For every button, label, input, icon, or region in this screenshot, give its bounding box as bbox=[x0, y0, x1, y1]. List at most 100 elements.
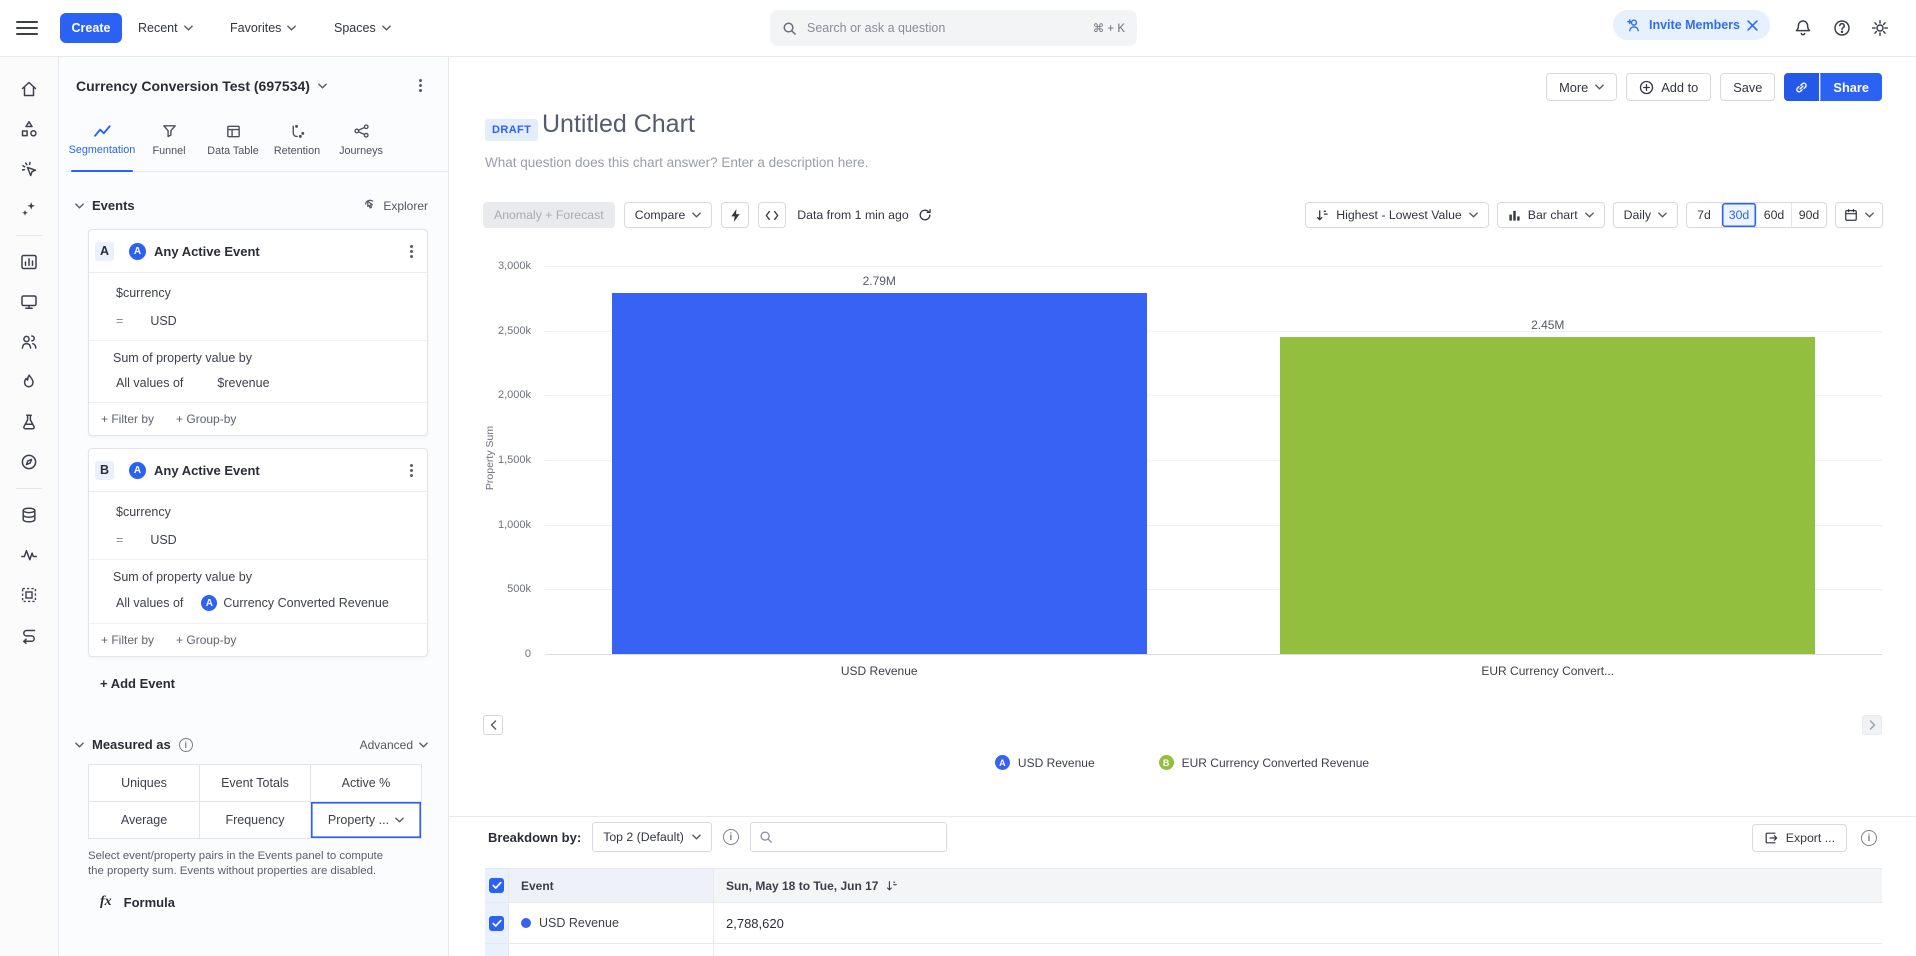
products-shapes-icon[interactable] bbox=[9, 109, 49, 149]
all-values-dropdown[interactable]: All values of bbox=[116, 376, 183, 390]
filter-value[interactable]: USD bbox=[150, 533, 176, 547]
group-by-button[interactable]: + Group-by bbox=[176, 412, 236, 426]
copy-link-button[interactable] bbox=[1784, 73, 1819, 101]
legend-item-A[interactable]: AUSD Revenue bbox=[995, 755, 1095, 770]
save-button[interactable]: Save bbox=[1720, 73, 1775, 101]
row-label-cell[interactable]: USD Revenue bbox=[509, 903, 714, 943]
interval-dropdown[interactable]: Daily bbox=[1613, 202, 1678, 228]
add-to-button[interactable]: Add to bbox=[1626, 73, 1711, 101]
global-search[interactable]: ⌘ + K bbox=[770, 10, 1137, 46]
export-button[interactable]: Export ... bbox=[1752, 824, 1847, 852]
bar-EUR Currency Convert...[interactable] bbox=[1280, 337, 1815, 654]
compare-dropdown[interactable]: Compare bbox=[624, 202, 713, 228]
info-icon[interactable]: i bbox=[1861, 830, 1877, 846]
range-30d[interactable]: 30d bbox=[1722, 203, 1757, 227]
collapse-chevron-icon[interactable] bbox=[75, 742, 84, 748]
tab-segmentation[interactable]: Segmentation bbox=[67, 108, 137, 171]
chart-description-placeholder[interactable]: What question does this chart answer? En… bbox=[485, 155, 868, 170]
create-button[interactable]: Create bbox=[60, 13, 122, 43]
home-icon[interactable] bbox=[9, 69, 49, 109]
sort-order-dropdown[interactable]: Highest - Lowest Value bbox=[1305, 202, 1489, 228]
row-checkbox[interactable] bbox=[489, 916, 504, 931]
all-values-dropdown[interactable]: All values of bbox=[116, 596, 183, 610]
help-icon[interactable] bbox=[1832, 18, 1852, 38]
code-button[interactable] bbox=[758, 202, 786, 228]
charts-icon[interactable] bbox=[9, 242, 49, 282]
sort-descending-icon[interactable] bbox=[886, 880, 898, 892]
project-title-dropdown[interactable]: Currency Conversion Test (697534) bbox=[76, 78, 327, 94]
filter-property[interactable]: $currency bbox=[116, 286, 427, 300]
filter-operator[interactable]: = bbox=[116, 314, 123, 328]
option-property-sum[interactable]: Property ... bbox=[311, 802, 421, 838]
audiences-users-icon[interactable] bbox=[9, 322, 49, 362]
select-all-checkbox[interactable] bbox=[489, 878, 504, 893]
filter-by-button[interactable]: + Filter by bbox=[101, 412, 154, 426]
tabs-overflow-menu-icon[interactable] bbox=[415, 80, 426, 91]
favorites-menu[interactable]: Favorites bbox=[230, 0, 296, 56]
filter-by-button[interactable]: + Filter by bbox=[101, 633, 154, 647]
range-7d[interactable]: 7d bbox=[1687, 203, 1722, 227]
calendar-dropdown[interactable] bbox=[1835, 202, 1883, 228]
sessions-frame-icon[interactable] bbox=[9, 575, 49, 615]
collapse-chevron-icon[interactable] bbox=[75, 203, 84, 209]
option-uniques[interactable]: Uniques bbox=[89, 765, 199, 801]
advanced-dropdown[interactable]: Advanced bbox=[360, 738, 428, 752]
group-by-button[interactable]: + Group-by bbox=[176, 633, 236, 647]
dashboards-monitor-icon[interactable] bbox=[9, 282, 49, 322]
recent-menu[interactable]: Recent bbox=[138, 0, 193, 56]
event-name[interactable]: Any Active Event bbox=[154, 463, 260, 478]
event-options-kebab-icon[interactable] bbox=[406, 465, 417, 476]
hamburger-menu-icon[interactable] bbox=[16, 17, 38, 39]
info-icon[interactable]: i bbox=[179, 738, 193, 752]
breakdown-search[interactable] bbox=[750, 822, 947, 852]
option-average[interactable]: Average bbox=[89, 802, 199, 838]
chart-type-dropdown[interactable]: Bar chart bbox=[1497, 202, 1605, 228]
breakdown-top-n-dropdown[interactable]: Top 2 (Default) bbox=[592, 822, 712, 852]
breakdown-search-input[interactable] bbox=[750, 822, 947, 852]
filter-operator[interactable]: = bbox=[116, 533, 123, 547]
filter-value[interactable]: USD bbox=[150, 314, 176, 328]
page-left-button[interactable] bbox=[483, 715, 503, 735]
tab-retention[interactable]: Retention bbox=[265, 108, 329, 171]
tab-journeys[interactable]: Journeys bbox=[329, 108, 393, 171]
cursor-click-icon[interactable] bbox=[9, 149, 49, 189]
legend-item-B[interactable]: BEUR Currency Converted Revenue bbox=[1159, 755, 1369, 770]
event-badge: A bbox=[95, 242, 114, 261]
search-input[interactable] bbox=[805, 20, 1085, 36]
range-60d[interactable]: 60d bbox=[1757, 203, 1792, 227]
refresh-icon[interactable] bbox=[918, 208, 932, 222]
experiments-flask-icon[interactable] bbox=[9, 402, 49, 442]
pathways-route-icon[interactable] bbox=[9, 615, 49, 655]
chart-title[interactable]: Untitled Chart bbox=[542, 110, 695, 139]
share-button[interactable]: Share bbox=[1820, 73, 1882, 101]
page-right-button[interactable] bbox=[1862, 715, 1882, 735]
flame-icon[interactable] bbox=[9, 362, 49, 402]
spaces-menu[interactable]: Spaces bbox=[334, 0, 391, 56]
invite-members-button[interactable]: Invite Members bbox=[1613, 10, 1770, 40]
more-button[interactable]: More bbox=[1546, 73, 1617, 101]
tab-funnel[interactable]: Funnel bbox=[137, 108, 201, 171]
formula-button[interactable]: fx Formula bbox=[100, 894, 175, 910]
discover-compass-icon[interactable] bbox=[9, 442, 49, 482]
event-options-kebab-icon[interactable] bbox=[406, 246, 417, 257]
explorer-button[interactable]: Explorer bbox=[363, 199, 428, 213]
bar-USD Revenue[interactable] bbox=[612, 293, 1147, 654]
option-active-pct[interactable]: Active % bbox=[311, 765, 421, 801]
info-icon[interactable]: i bbox=[723, 829, 739, 845]
event-name[interactable]: Any Active Event bbox=[154, 244, 260, 259]
option-event-totals[interactable]: Event Totals bbox=[200, 765, 310, 801]
settings-gear-icon[interactable] bbox=[1870, 18, 1890, 38]
measure-property[interactable]: $revenue bbox=[217, 376, 269, 390]
tab-data-table[interactable]: Data Table bbox=[201, 108, 265, 171]
signals-activity-icon[interactable] bbox=[9, 535, 49, 575]
lightning-button[interactable] bbox=[721, 202, 749, 228]
close-icon[interactable] bbox=[1747, 20, 1758, 31]
measure-property[interactable]: Currency Converted Revenue bbox=[223, 596, 388, 610]
database-icon[interactable] bbox=[9, 495, 49, 535]
range-90d[interactable]: 90d bbox=[1792, 203, 1826, 227]
add-event-button[interactable]: + Add Event bbox=[100, 676, 175, 691]
notifications-bell-icon[interactable] bbox=[1793, 18, 1813, 38]
filter-property[interactable]: $currency bbox=[116, 505, 427, 519]
sparkles-ai-icon[interactable] bbox=[9, 189, 49, 229]
option-frequency[interactable]: Frequency bbox=[200, 802, 310, 838]
